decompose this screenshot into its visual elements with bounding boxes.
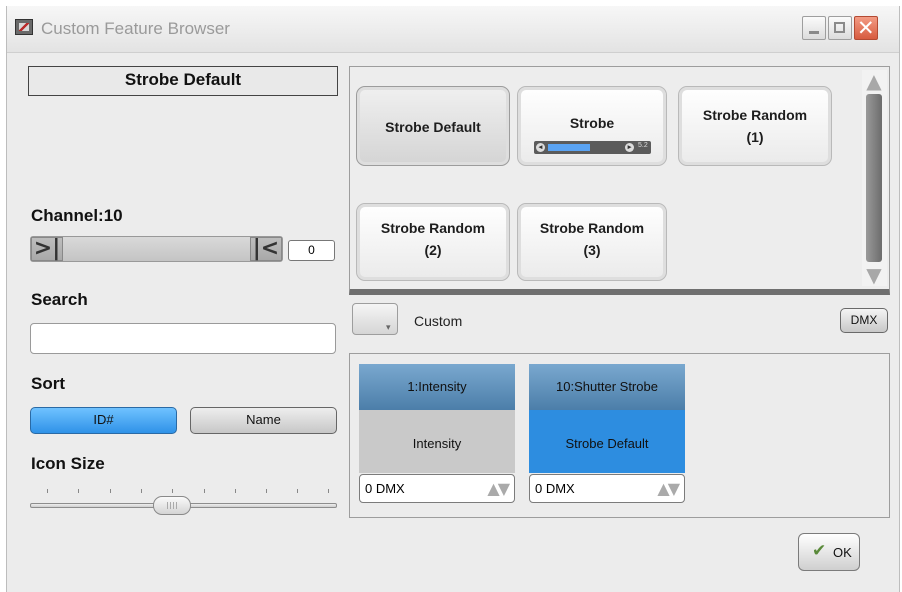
- dmx-toggle-button[interactable]: DMX: [840, 308, 888, 333]
- up-down-arrows-icon[interactable]: ▲▼: [657, 475, 680, 502]
- ok-check-icon: ✔: [812, 541, 827, 561]
- feature-label: Strobe Random: [702, 107, 808, 123]
- rate-left-icon: ◂: [536, 143, 545, 152]
- dmx-value: 0 DMX: [535, 481, 575, 496]
- icon-size-label: Icon Size: [31, 454, 105, 473]
- channel-header: 1:Intensity: [359, 364, 515, 410]
- slider-tick: [141, 489, 142, 493]
- slider-tick: [297, 489, 298, 493]
- maximize-button[interactable]: [828, 16, 852, 40]
- feature-label: Strobe Random: [539, 220, 645, 236]
- title-bar[interactable]: Custom Feature Browser ✕: [7, 6, 899, 53]
- channel-header: 10:Shutter Strobe: [529, 364, 685, 410]
- minimize-button[interactable]: [802, 16, 826, 40]
- up-down-arrows-icon[interactable]: ▲▼: [487, 475, 510, 502]
- rate-right-icon: ▸: [625, 143, 634, 152]
- channel-card-intensity[interactable]: 1:Intensity Intensity 0 DMX ▲▼: [359, 364, 515, 503]
- channel-label: Channel:10: [31, 206, 123, 225]
- channel-card-shutter-strobe[interactable]: 10:Shutter Strobe Strobe Default 0 DMX ▲…: [529, 364, 685, 503]
- feature-strobe[interactable]: Strobe ◂ ▸ 5.2: [517, 86, 667, 166]
- feature-scrollbar[interactable]: ▲ ▼: [862, 70, 887, 286]
- sort-id-button[interactable]: ID#: [30, 407, 177, 434]
- channel-feature: Intensity: [359, 410, 515, 473]
- channel-slider[interactable]: >| |<: [30, 236, 283, 262]
- strobe-rate-fill: [548, 144, 590, 151]
- ok-label: OK: [833, 545, 852, 560]
- strobe-rate-slider[interactable]: ◂ ▸ 5.2: [534, 141, 651, 154]
- scrollbar-thumb[interactable]: [866, 94, 882, 262]
- channel-feature: Strobe Default: [529, 410, 685, 473]
- grip-icon: [167, 502, 179, 509]
- mode-dropdown-button[interactable]: ▾: [352, 303, 398, 335]
- slider-tick: [172, 489, 173, 493]
- dmx-value: 0 DMX: [365, 481, 405, 496]
- close-icon: ✕: [857, 16, 875, 40]
- window-title: Custom Feature Browser: [41, 19, 230, 38]
- feature-label: Strobe: [569, 115, 615, 131]
- feature-label-line2: (3): [583, 242, 601, 258]
- scroll-up-icon[interactable]: ▲: [864, 70, 884, 92]
- sort-label: Sort: [31, 374, 65, 393]
- feature-strobe-default[interactable]: Strobe Default: [356, 86, 510, 166]
- app-icon: [15, 19, 33, 35]
- search-label: Search: [31, 290, 88, 309]
- minimize-icon: [809, 31, 819, 34]
- slider-tick: [328, 489, 329, 493]
- maximize-icon: [834, 22, 845, 33]
- slider-tick: [47, 489, 48, 493]
- feature-label-line2: (2): [424, 242, 442, 258]
- slider-tick: [78, 489, 79, 493]
- feature-strobe-random-1[interactable]: Strobe Random (1): [678, 86, 832, 166]
- feature-strobe-random-2[interactable]: Strobe Random (2): [356, 203, 510, 281]
- slider-tick: [235, 489, 236, 493]
- slider-tick: [204, 489, 205, 493]
- channel-value-field[interactable]: 0: [288, 240, 335, 261]
- channel-dmx-field[interactable]: 0 DMX ▲▼: [359, 474, 515, 503]
- search-input[interactable]: [30, 323, 336, 354]
- strobe-rate-value: 5.2: [638, 142, 648, 149]
- feature-strobe-random-3[interactable]: Strobe Random (3): [517, 203, 667, 281]
- mode-label: Custom: [414, 313, 463, 329]
- feature-label: Strobe Default: [385, 119, 481, 135]
- last-channel-button[interactable]: |<: [250, 237, 282, 261]
- feature-label: Strobe Random: [380, 220, 486, 236]
- channel-dmx-field[interactable]: 0 DMX ▲▼: [529, 474, 685, 503]
- slider-tick: [110, 489, 111, 493]
- close-button[interactable]: ✕: [854, 16, 878, 40]
- scroll-down-icon[interactable]: ▼: [864, 264, 884, 286]
- slider-tick: [266, 489, 267, 493]
- chevron-down-icon: ▾: [386, 322, 391, 332]
- icon-size-slider-thumb[interactable]: [153, 496, 191, 515]
- first-channel-button[interactable]: >|: [31, 237, 63, 261]
- current-feature-display: Strobe Default: [28, 66, 338, 96]
- ok-button[interactable]: ✔ OK: [798, 533, 860, 571]
- feature-label-line2: (1): [746, 129, 764, 145]
- sort-name-button[interactable]: Name: [190, 407, 337, 434]
